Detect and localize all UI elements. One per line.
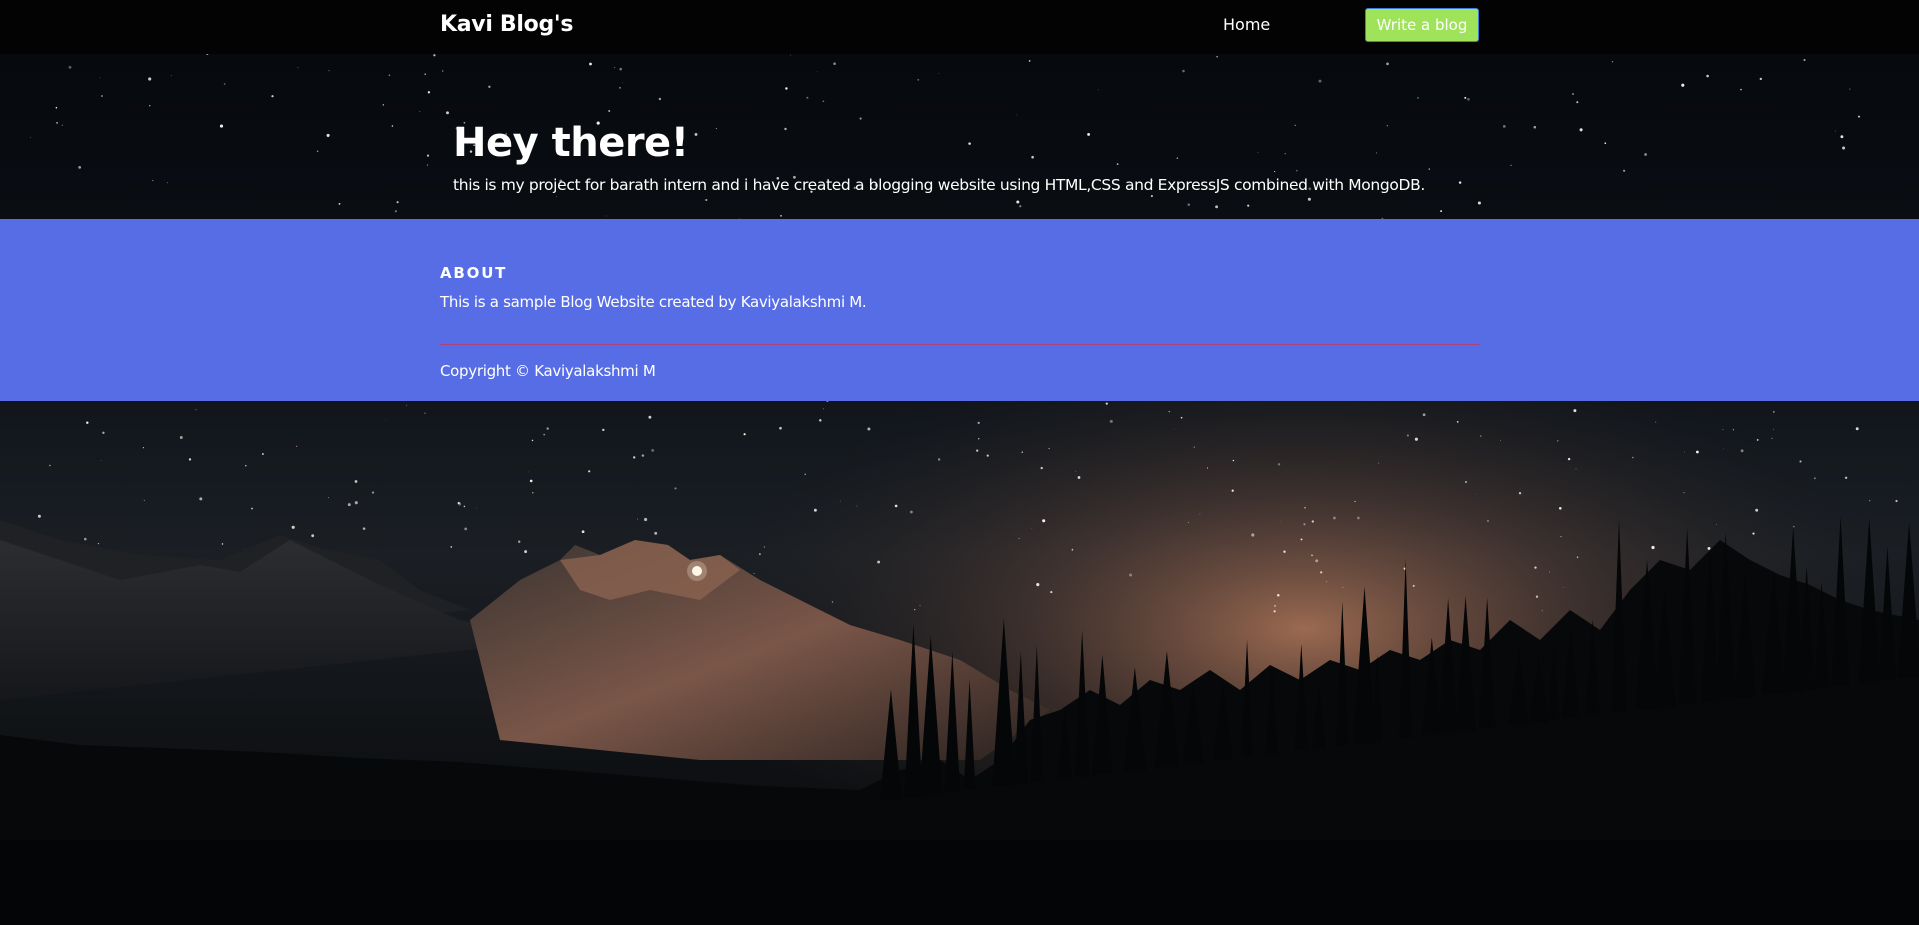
- navbar: Kavi Blog's Home Write a blog: [0, 0, 1919, 54]
- write-blog-button[interactable]: Write a blog: [1365, 8, 1479, 42]
- about-text: This is a sample Blog Website created by…: [440, 293, 867, 311]
- page: Kavi Blog's Home Write a blog Hey there!…: [0, 0, 1919, 925]
- about-heading: ABOUT: [440, 264, 508, 282]
- hero-section: Hey there! this is my project for barath…: [0, 54, 1919, 219]
- brand-logo[interactable]: Kavi Blog's: [440, 9, 573, 41]
- footer-about-section: ABOUT This is a sample Blog Website crea…: [0, 219, 1919, 401]
- footer-divider: [440, 344, 1480, 345]
- copyright-text: Copyright © Kaviyalakshmi M: [440, 362, 656, 380]
- hero-title: Hey there!: [453, 120, 689, 166]
- hero-description: this is my project for barath intern and…: [453, 176, 1425, 194]
- nav-link-home[interactable]: Home: [1223, 14, 1270, 36]
